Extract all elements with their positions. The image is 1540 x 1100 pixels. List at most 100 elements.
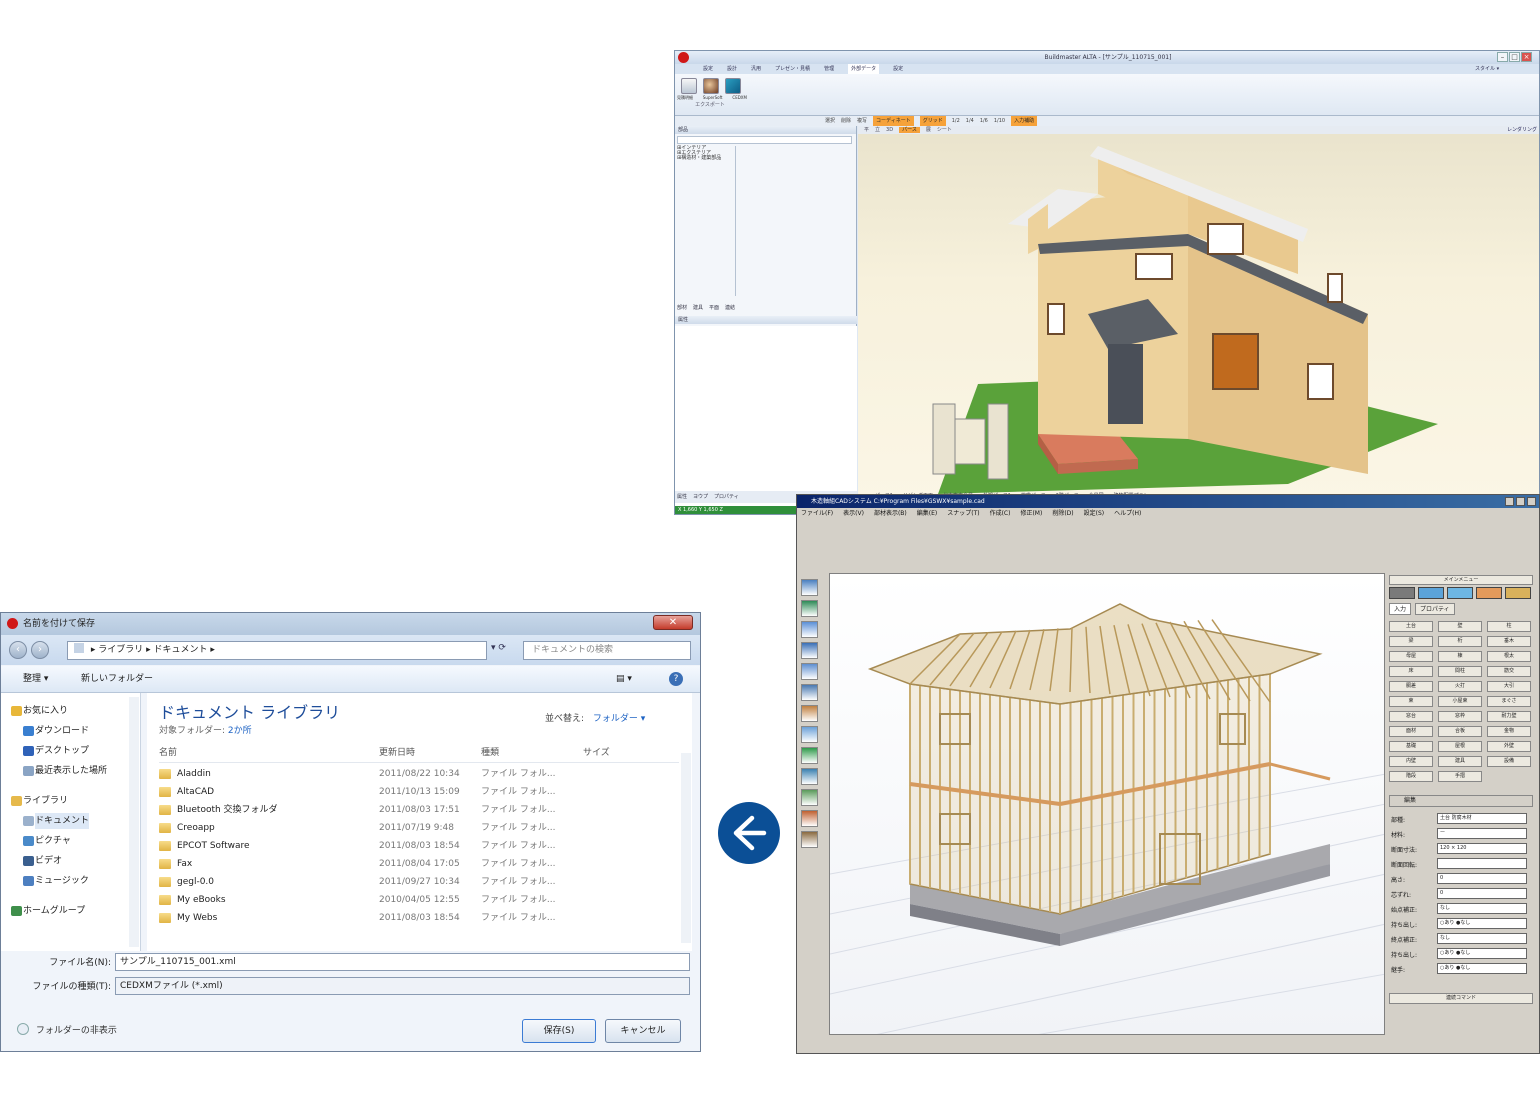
nav-item[interactable]: ライブラリ (11, 793, 68, 809)
tool-icon[interactable] (801, 747, 818, 764)
nav-item[interactable]: ドキュメント (23, 813, 90, 829)
side-tab[interactable]: プロパティ (1415, 603, 1455, 615)
forward-icon[interactable]: › (31, 641, 49, 659)
command-button[interactable]: 束 (1389, 696, 1433, 707)
tool-icon[interactable] (801, 831, 818, 848)
command-button[interactable]: 建具 (1438, 756, 1482, 767)
command-button[interactable]: 金物 (1487, 726, 1531, 737)
tool-icon[interactable] (801, 600, 818, 617)
bottom-panel-item[interactable]: 属性 (677, 493, 687, 501)
command-button[interactable]: 外壁 (1487, 741, 1531, 752)
parts-search-input[interactable] (677, 136, 852, 144)
hide-folders-toggle[interactable]: フォルダーの非表示 (17, 1023, 117, 1036)
maximize-icon[interactable]: □ (1509, 52, 1520, 62)
toolbar-item[interactable]: グリッド (919, 116, 946, 126)
tree-item[interactable]: ⊞構造材・建築部品 (677, 156, 721, 161)
cedxm-export-button[interactable] (725, 78, 741, 94)
style-menu[interactable]: スタイル ▾ (1475, 64, 1499, 74)
help-icon[interactable]: ? (669, 672, 683, 686)
nav-scrollbar[interactable] (129, 697, 139, 947)
bottom-panel-item[interactable]: ヨウプ (693, 493, 708, 501)
cancel-button[interactable]: キャンセル (605, 1019, 681, 1043)
command-button[interactable]: 手摺 (1438, 771, 1482, 782)
nav-item[interactable]: 最近表示した場所 (23, 763, 107, 779)
left-panel-tab[interactable]: 連結 (725, 304, 735, 311)
toolbar-item[interactable]: 1/4 (966, 116, 974, 126)
property-field[interactable]: ○あり ●なし (1437, 948, 1527, 959)
refresh-icon[interactable]: ▾ ⟳ (491, 643, 517, 659)
command-button[interactable]: 窓枠 (1438, 711, 1482, 722)
render-label[interactable]: レンダリング (1507, 126, 1537, 134)
column-header[interactable]: サイズ (583, 745, 610, 758)
close-button[interactable]: ✕ (653, 615, 693, 630)
left-panel-tab[interactable]: 建具 (693, 304, 703, 311)
command-button[interactable]: 耐力壁 (1487, 711, 1531, 722)
command-button[interactable]: 基礎 (1389, 741, 1433, 752)
property-field[interactable]: 0 (1437, 873, 1527, 884)
command-button[interactable]: 間柱 (1438, 666, 1482, 677)
tool-icon[interactable] (801, 684, 818, 701)
bottom-panel-item[interactable]: プロパティ (714, 493, 739, 501)
close-icon[interactable] (1527, 497, 1536, 506)
toolbar-item[interactable]: 入力補助 (1011, 116, 1038, 126)
property-field[interactable]: 土台 防腐木材 (1437, 813, 1527, 824)
property-field[interactable]: なし (1437, 933, 1527, 944)
view-icon[interactable]: ▤ ▾ (616, 666, 632, 693)
command-button[interactable]: 小屋束 (1438, 696, 1482, 707)
column-header[interactable]: 更新日時 (379, 745, 415, 758)
command-button[interactable]: 梁 (1389, 636, 1433, 647)
toolbar-item[interactable]: 削除 (841, 116, 851, 126)
file-row[interactable]: My eBooks 2010/04/05 12:55 ファイル フォル... (159, 891, 679, 909)
search-input[interactable]: ドキュメントの検索 (523, 641, 691, 660)
command-button[interactable]: 筋交 (1487, 666, 1531, 677)
filetype-select[interactable]: CEDXMファイル (*.xml) (115, 977, 690, 995)
tool-icon[interactable] (801, 789, 818, 806)
property-field[interactable]: ○あり ●なし (1437, 963, 1527, 974)
property-field[interactable]: 0 (1437, 888, 1527, 899)
command-button[interactable]: 屋根 (1438, 741, 1482, 752)
supersoft-export-button[interactable] (703, 78, 719, 94)
command-button[interactable]: 面材 (1389, 726, 1433, 737)
left-panel-tab[interactable]: 平面 (709, 304, 719, 311)
command-button[interactable]: 階段 (1389, 771, 1433, 782)
ribbon-tab[interactable]: 汎用 (751, 64, 761, 74)
tool-icon[interactable] (801, 726, 818, 743)
property-field[interactable]: 120 × 120 (1437, 843, 1527, 854)
command-button[interactable]: 内壁 (1389, 756, 1433, 767)
toolbar-item[interactable]: 1/2 (952, 116, 960, 126)
nav-item[interactable]: ビデオ (23, 853, 62, 869)
arrange-dropdown[interactable]: フォルダー ▾ (593, 714, 645, 724)
tool-icon[interactable] (801, 642, 818, 659)
command-button[interactable]: まぐさ (1487, 696, 1531, 707)
nav-item[interactable]: ダウンロード (23, 723, 89, 739)
ribbon-tab[interactable]: 管理 (824, 64, 834, 74)
3d-viewport[interactable]: 平立 3D パース展シート レンダリング (858, 126, 1539, 514)
menu-item[interactable]: 部材表示(B) (874, 508, 907, 520)
ribbon-tab[interactable]: 外部データ (848, 64, 880, 74)
close-icon[interactable]: × (1521, 52, 1532, 62)
file-row[interactable]: EPCOT Software 2011/08/03 18:54 ファイル フォル..… (159, 837, 679, 855)
target-count-link[interactable]: 2か所 (228, 726, 252, 736)
menu-item[interactable]: 表示(V) (843, 508, 864, 520)
command-button[interactable]: 胴差 (1389, 681, 1433, 692)
menu-item[interactable]: スナップ(T) (947, 508, 979, 520)
ribbon-tab[interactable]: 設計 (727, 64, 737, 74)
tool-icon[interactable] (801, 810, 818, 827)
file-row[interactable]: AltaCAD 2011/10/13 15:09 ファイル フォル... (159, 783, 679, 801)
toolbar-item[interactable]: 1/10 (994, 116, 1005, 126)
tool-icon[interactable] (801, 768, 818, 785)
nav-item[interactable]: デスクトップ (23, 743, 89, 759)
nav-item[interactable]: ミュージック (23, 873, 89, 889)
command-button[interactable]: 土台 (1389, 621, 1433, 632)
view-tab[interactable]: 平 (864, 127, 869, 133)
view-tab[interactable]: パース (899, 127, 920, 133)
menu-item[interactable]: 削除(D) (1052, 508, 1073, 520)
property-field[interactable]: ー (1437, 828, 1527, 839)
file-row[interactable]: gegl-0.0 2011/09/27 10:34 ファイル フォル... (159, 873, 679, 891)
menu-item[interactable]: 修正(M) (1020, 508, 1042, 520)
edit-tab[interactable]: 編集 (1389, 795, 1533, 807)
view-tab[interactable]: 立 (875, 127, 880, 133)
command-button[interactable]: 壁 (1438, 621, 1482, 632)
back-icon[interactable]: ‹ (9, 641, 27, 659)
menu-item[interactable]: ヘルプ(H) (1114, 508, 1141, 520)
